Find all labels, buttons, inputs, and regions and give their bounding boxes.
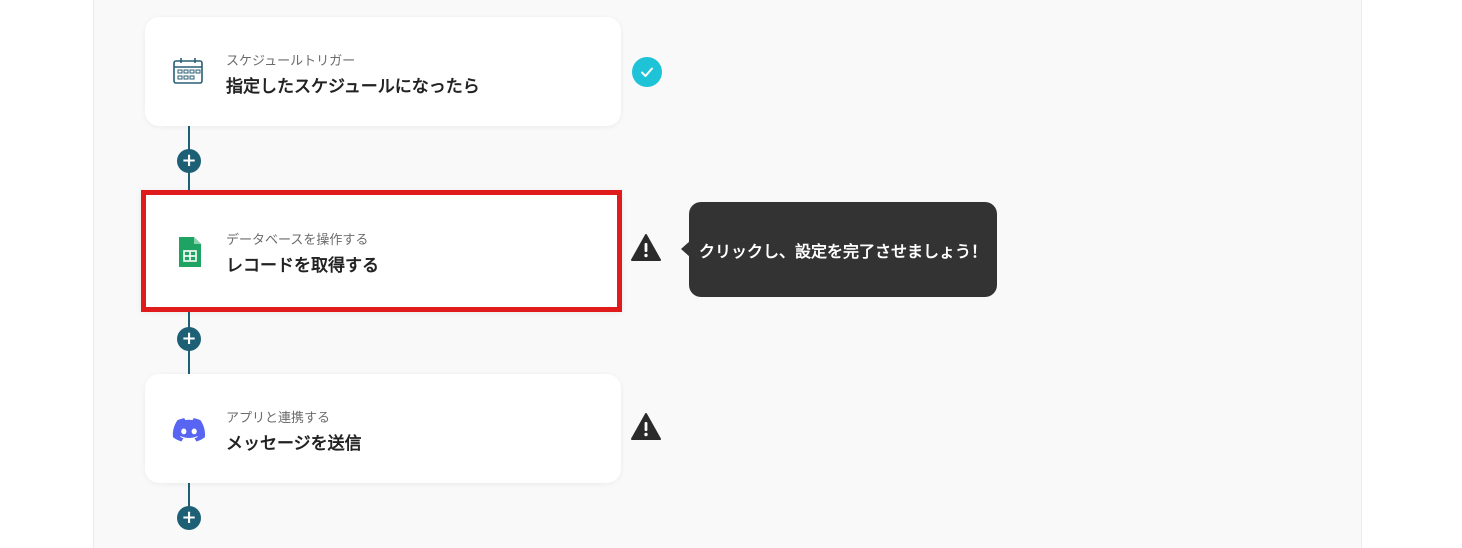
step-category: アプリと連携する [226, 411, 331, 426]
warning-icon [630, 233, 662, 263]
step-category: スケジュールトリガー [226, 54, 356, 69]
flow-step-card-get-records[interactable]: データベースを操作する レコードを取得する [141, 190, 622, 312]
step-title: レコードを取得する [226, 256, 379, 276]
step-category: データベースを操作する [226, 233, 369, 248]
discord-icon [171, 412, 207, 448]
add-step-button[interactable]: + [177, 327, 201, 351]
add-step-button[interactable]: + [177, 506, 201, 530]
add-step-button[interactable]: + [177, 149, 201, 173]
flow-step-card-schedule-trigger[interactable]: スケジュールトリガー 指定したスケジュールになったら [145, 17, 621, 126]
calendar-schedule-icon [170, 53, 206, 89]
warning-icon [630, 412, 662, 442]
step-title: 指定したスケジュールになったら [226, 77, 480, 97]
complete-check-icon [632, 57, 662, 87]
flow-step-card-send-message[interactable]: アプリと連携する メッセージを送信 [145, 374, 621, 483]
step-title: メッセージを送信 [226, 434, 362, 454]
setup-tooltip: クリックし、設定を完了させましょう！ [689, 202, 997, 297]
google-sheets-icon [172, 234, 208, 270]
